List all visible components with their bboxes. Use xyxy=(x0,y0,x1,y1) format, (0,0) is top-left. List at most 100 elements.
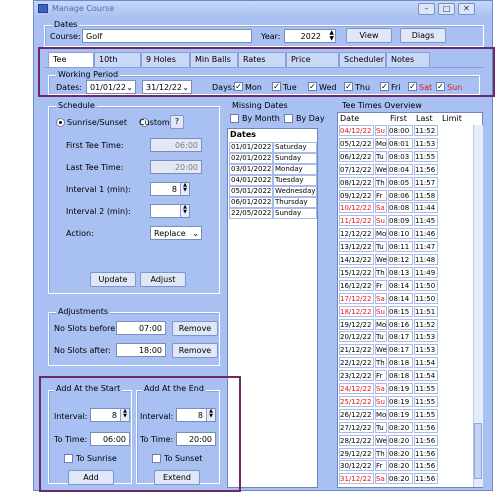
tee-first-cell: 08:12 xyxy=(388,254,413,265)
course-field[interactable]: Golf xyxy=(82,29,252,43)
tee-date-cell: 21/12/22 xyxy=(339,344,374,356)
year-field[interactable]: 2022 ▲ ▼ xyxy=(284,29,336,43)
tee-first-cell: 08:19 xyxy=(388,408,413,420)
tee-overview-list[interactable]: Date First Last Limit 04/12/22 Su 08:00 11:52 0… xyxy=(337,112,483,488)
no-slots-after-field[interactable]: 18:00 xyxy=(116,343,166,357)
tee-day-cell: We xyxy=(375,163,387,175)
table-row[interactable]: 15/12/22 Th 08:13 11:49 xyxy=(338,266,472,278)
tee-last-cell: 11:46 xyxy=(414,228,438,240)
by-month-checkbox[interactable] xyxy=(230,114,239,123)
action-select[interactable]: Replace ⌄ xyxy=(150,226,202,240)
diags-button[interactable]: Diags xyxy=(400,28,446,43)
table-row[interactable]: 10/12/22 Sa 08:08 11:44 xyxy=(338,202,472,214)
tee-last-cell: 11:47 xyxy=(414,241,438,253)
table-row[interactable]: 05/12/22 Mo 08:01 11:53 xyxy=(338,137,472,149)
list-item[interactable]: 06/01/2022 Thursday xyxy=(229,197,317,208)
scrollbar-thumb[interactable] xyxy=(474,423,482,479)
interval1-field[interactable]: 8 ▲ ▼ xyxy=(150,182,190,196)
list-item[interactable]: 05/01/2022 Wednesday xyxy=(229,186,317,197)
table-row[interactable]: 24/12/22 Sa 08:19 11:55 xyxy=(338,383,472,394)
tee-day-cell: We xyxy=(375,254,387,265)
view-button[interactable]: View xyxy=(346,28,392,43)
table-row[interactable]: 27/12/22 Tu 08:20 11:56 xyxy=(338,421,472,433)
table-row[interactable]: 30/12/22 Fr 08:20 11:56 xyxy=(338,460,472,472)
last-tee-field[interactable]: 20:00 xyxy=(150,160,202,174)
tee-last-cell: 11:55 xyxy=(414,395,438,407)
spinner-icon[interactable]: ▲ ▼ xyxy=(180,183,189,195)
close-button[interactable]: ✕ xyxy=(458,3,475,15)
maximize-button[interactable]: □ xyxy=(438,3,455,15)
table-row[interactable]: 17/12/22 Sa 08:14 11:50 xyxy=(338,292,472,304)
table-row[interactable]: 04/12/22 Su 08:00 11:52 xyxy=(338,125,472,136)
tee-date-cell: 24/12/22 xyxy=(339,383,374,394)
adjust-button[interactable]: Adjust xyxy=(140,272,186,287)
update-button[interactable]: Update xyxy=(90,272,136,287)
table-row[interactable]: 06/12/22 Tu 08:03 11:55 xyxy=(338,150,472,162)
table-row[interactable]: 25/12/22 Su 08:19 11:55 xyxy=(338,395,472,407)
list-item[interactable]: 04/01/2022 Tuesday xyxy=(229,175,317,186)
table-row[interactable]: 22/12/22 Th 08:18 11:54 xyxy=(338,357,472,369)
missing-day-cell: Saturday xyxy=(273,142,317,153)
table-row[interactable]: 21/12/22 We 08:17 11:53 xyxy=(338,344,472,356)
background-strip xyxy=(0,0,33,502)
tee-last-cell: 11:56 xyxy=(414,163,438,175)
tee-last-cell: 11:55 xyxy=(414,408,438,420)
sunrise-label: Sunrise/Sunset xyxy=(67,118,127,127)
table-row[interactable]: 16/12/22 Fr 08:14 11:50 xyxy=(338,279,472,291)
table-row[interactable]: 31/12/22 Sa 08:20 11:56 xyxy=(338,473,472,485)
tee-date-cell: 26/12/22 xyxy=(339,408,374,420)
sunrise-radio[interactable] xyxy=(56,118,65,127)
list-item[interactable]: 02/01/2022 Sunday xyxy=(229,153,317,164)
by-day-checkbox[interactable] xyxy=(284,114,293,123)
tee-last-cell: 11:56 xyxy=(414,473,438,485)
tee-last-cell: 11:54 xyxy=(414,370,438,382)
minimize-button[interactable]: – xyxy=(418,3,435,15)
table-row[interactable]: 07/12/22 We 08:04 11:56 xyxy=(338,163,472,175)
table-row[interactable]: 28/12/22 We 08:20 11:56 xyxy=(338,434,472,446)
list-item[interactable]: 03/01/2022 Monday xyxy=(229,164,317,175)
table-row[interactable]: 14/12/22 We 08:12 11:48 xyxy=(338,254,472,265)
table-row[interactable]: 19/12/22 Mo 08:16 11:52 xyxy=(338,318,472,330)
tee-date-cell: 16/12/22 xyxy=(339,279,374,291)
remove-after-button[interactable]: Remove xyxy=(172,343,218,358)
interval2-field[interactable]: ▲ ▼ xyxy=(150,204,190,218)
remove-before-button[interactable]: Remove xyxy=(172,321,218,336)
tee-day-cell: Fr xyxy=(375,370,387,382)
table-row[interactable]: 13/12/22 Tu 08:11 11:47 xyxy=(338,241,472,253)
interval1-value: 8 xyxy=(171,185,177,194)
help-button[interactable]: ? xyxy=(170,115,184,129)
by-month-label: By Month xyxy=(242,114,280,123)
chevron-down-icon[interactable]: ⌄ xyxy=(192,228,199,239)
list-item[interactable]: 22/05/2022 Sunday xyxy=(229,208,317,219)
tee-last-cell: 11:52 xyxy=(414,125,438,136)
missing-day-cell: Sunday xyxy=(273,208,317,219)
tee-last-cell: 11:56 xyxy=(414,447,438,459)
table-row[interactable]: 09/12/22 Fr 08:06 11:58 xyxy=(338,189,472,201)
no-slots-before-field[interactable]: 07:00 xyxy=(116,321,166,335)
tee-first-cell: 08:20 xyxy=(388,460,413,472)
first-tee-field[interactable]: 06:00 xyxy=(150,138,202,152)
tee-last-cell: 11:55 xyxy=(414,383,438,394)
table-row[interactable]: 23/12/22 Fr 08:18 11:54 xyxy=(338,370,472,382)
spinner-icon[interactable]: ▲ ▼ xyxy=(180,205,189,217)
tee-day-cell: Su xyxy=(375,215,387,227)
course-label: Course: xyxy=(50,32,81,41)
table-row[interactable]: 12/12/22 Mo 08:10 11:46 xyxy=(338,228,472,240)
missing-day-cell: Tuesday xyxy=(273,175,317,186)
year-spinner-icon[interactable]: ▲ ▼ xyxy=(329,30,334,42)
no-slots-before-label: No Slots before: xyxy=(54,324,118,333)
table-row[interactable]: 11/12/22 Su 08:09 11:45 xyxy=(338,215,472,227)
tee-first-cell: 08:19 xyxy=(388,383,413,394)
table-row[interactable]: 18/12/22 Su 08:15 11:51 xyxy=(338,305,472,317)
tee-first-cell: 08:06 xyxy=(388,189,413,201)
interval2-label: Interval 2 (min): xyxy=(66,207,131,216)
table-row[interactable]: 08/12/22 Th 08:05 11:57 xyxy=(338,176,472,188)
tee-date-cell: 28/12/22 xyxy=(339,434,374,446)
table-row[interactable]: 20/12/22 Tu 08:17 11:53 xyxy=(338,331,472,343)
tee-day-cell: Fr xyxy=(375,279,387,291)
tee-day-cell: Tu xyxy=(375,241,387,253)
list-item[interactable]: 01/01/2022 Saturday xyxy=(229,142,317,153)
table-row[interactable]: 26/12/22 Mo 08:19 11:55 xyxy=(338,408,472,420)
table-row[interactable]: 29/12/22 Th 08:20 11:56 xyxy=(338,447,472,459)
tee-first-cell: 08:18 xyxy=(388,370,413,382)
